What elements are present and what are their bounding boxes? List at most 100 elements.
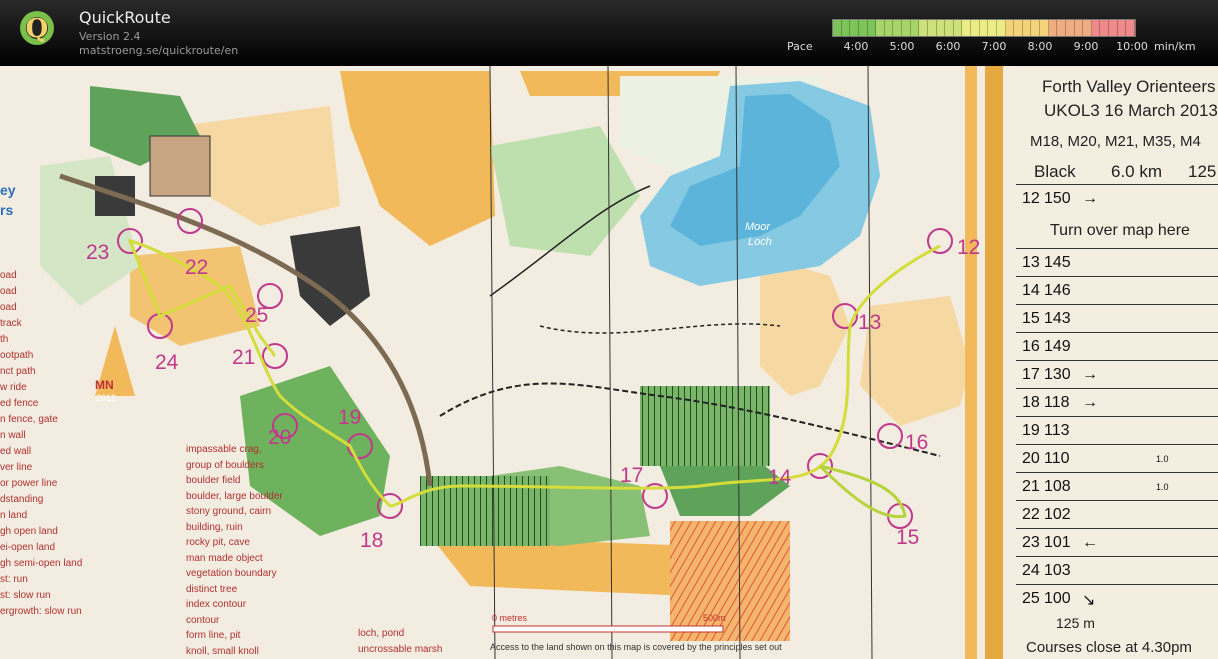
pace-color-segment (902, 20, 911, 36)
legend-item: gh semi-open land (0, 558, 83, 569)
legend-item: track (0, 318, 22, 329)
pace-color-scale (832, 19, 1136, 37)
control-row-code: 103 (1044, 562, 1071, 579)
scale-label: 0 metres (492, 613, 528, 623)
pace-color-segment (841, 20, 851, 36)
pace-color-segment (1083, 20, 1092, 36)
legend-item: ed wall (0, 446, 32, 457)
control-row: 16 149 (1016, 332, 1218, 361)
legend-item: ergrowth: slow run (0, 606, 82, 617)
pace-color-segment (1100, 20, 1109, 36)
legend-item: index contour (186, 599, 247, 610)
control-row-n: 20 (1022, 450, 1040, 467)
pace-color-segment (1117, 20, 1127, 36)
control-row: 23 101 ← (1016, 528, 1218, 557)
legend-item: ootpath (0, 350, 34, 361)
control-row-code: 102 (1044, 506, 1071, 523)
control-row-extra: → (1082, 190, 1098, 207)
pace-color-segment (867, 20, 877, 36)
legend-item: building, ruin (186, 521, 243, 533)
legend-item: oad (0, 270, 17, 281)
control-row: 24 103 (1016, 556, 1218, 585)
control-label: 21 (232, 346, 256, 369)
out-of-bounds (670, 521, 790, 641)
control-row-code: 146 (1044, 282, 1071, 299)
pace-color-segment (953, 20, 963, 36)
control-row-n: 25 (1022, 590, 1040, 607)
control-label: 17 (620, 464, 644, 487)
control-row: 13 145 (1016, 248, 1218, 277)
legend-item: boulder field (186, 475, 241, 486)
pace-color-segment (1109, 20, 1118, 36)
card-length: 6.0 km (1111, 162, 1163, 181)
control-row: 12 150 → (1016, 184, 1218, 213)
pace-color-segment (1065, 20, 1075, 36)
legend-item: n wall (0, 430, 26, 441)
marsh (640, 386, 770, 466)
legend-item: rocky pit, cave (186, 537, 250, 548)
legend-item: stony ground, cairn (186, 506, 272, 517)
control-label: 12 (957, 236, 981, 259)
control-row: 21 108 1.0 (1016, 472, 1218, 501)
control-row-code: 149 (1044, 338, 1071, 355)
legend-item: group of boulders (186, 459, 264, 471)
legend-item: ver line (0, 462, 33, 473)
pace-color-segment (945, 20, 954, 36)
control-label: 15 (896, 526, 920, 549)
control-row-n: 18 (1022, 394, 1040, 411)
pace-tick: 8:00 (1027, 40, 1053, 53)
app-header: Q QuickRoute Version 2.4 matstroeng.se/q… (0, 0, 1218, 66)
control-row-n: 21 (1022, 478, 1040, 495)
pace-color-segment (996, 20, 1006, 36)
legend-item: ed fence (0, 398, 39, 409)
pace-color-segment (1005, 20, 1015, 36)
control-row-code: 118 (1044, 394, 1070, 411)
control-row-code: 150 (1044, 190, 1071, 207)
pace-unit: min/km (1154, 40, 1196, 53)
access-text: Access to the land shown on this map is … (490, 642, 782, 652)
control-row: 17 130 → (1016, 360, 1218, 389)
pace-color-segment (1048, 20, 1058, 36)
card-classes: M18, M20, M21, M35, M4 (1030, 133, 1201, 150)
app-title: QuickRoute (79, 8, 171, 27)
control-label: 20 (268, 426, 292, 449)
pace-color-segment (858, 20, 868, 36)
pace-color-segment (1057, 20, 1066, 36)
lake-label: Moor (745, 221, 771, 233)
pace-color-segment (988, 20, 997, 36)
control-row-extra: 1.0 (1156, 454, 1169, 464)
legend-item: man made object (186, 552, 263, 564)
app-url[interactable]: matstroeng.se/quickroute/en (79, 44, 238, 57)
control-row-n: 22 (1022, 506, 1040, 523)
mn-year: 2012 (96, 393, 117, 403)
pace-tick: 5:00 (889, 40, 915, 53)
pace-color-segment (979, 20, 989, 36)
control-row: 22 102 (1016, 500, 1218, 529)
control-row-n: 14 (1022, 282, 1040, 299)
pace-tick: 10:00 (1116, 40, 1148, 53)
pace-color-segment (927, 20, 937, 36)
card-org: Forth Valley Orienteers (1042, 77, 1216, 96)
legend-item: w ride (0, 382, 27, 393)
left-edge-title: ey (0, 182, 16, 198)
control-row: 19 113 (1016, 416, 1218, 445)
pace-color-segment (1031, 20, 1040, 36)
control-row-n: 19 (1022, 422, 1040, 439)
pace-tick: 4:00 (843, 40, 869, 53)
legend-item: dstanding (0, 494, 44, 505)
control-row-n: 15 (1022, 310, 1040, 327)
control-row-code: 101 (1044, 534, 1071, 551)
legend-item: ei-open land (0, 542, 56, 553)
card-course: Black (1034, 162, 1076, 181)
legend-item: boulder, large boulder (186, 490, 283, 502)
legend-item: distinct tree (186, 583, 238, 595)
control-row-extra: ← (1082, 534, 1098, 551)
control-row: 15 143 (1016, 304, 1218, 333)
quickroute-logo-icon: Q (20, 11, 54, 45)
pace-color-segment (1074, 20, 1084, 36)
legend-item: form line, pit (186, 630, 241, 641)
legend-item: gh open land (0, 526, 58, 537)
left-edge-title: rs (0, 202, 14, 218)
pace-tick: 7:00 (981, 40, 1007, 53)
control-label: 22 (185, 256, 209, 279)
